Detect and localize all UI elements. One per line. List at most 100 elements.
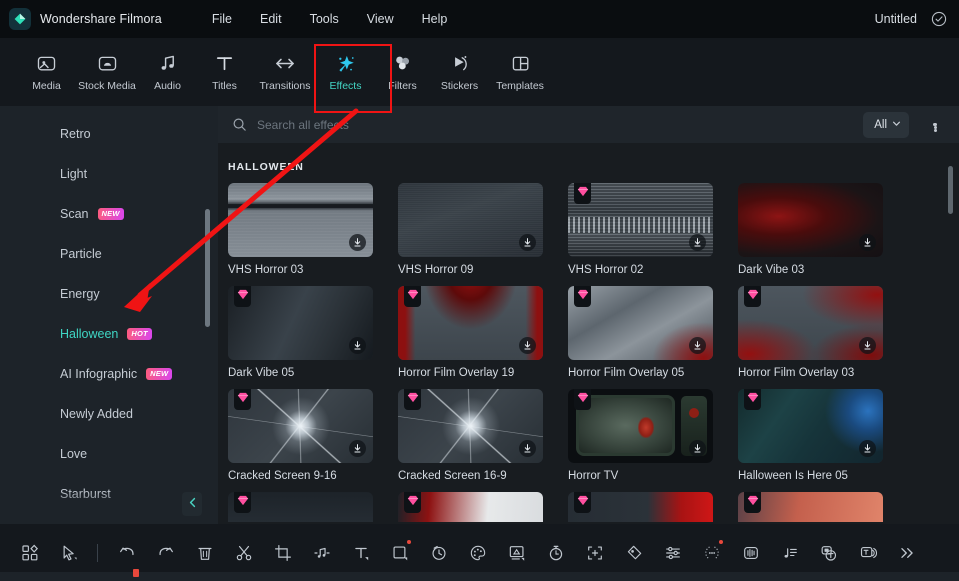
menu-file[interactable]: File xyxy=(198,8,246,30)
effect-card[interactable]: Horror Film Overlay 05 xyxy=(568,286,713,379)
more-chevrons-icon[interactable] xyxy=(893,539,920,566)
download-icon[interactable] xyxy=(349,440,366,457)
pro-gem-icon xyxy=(574,286,591,307)
menu-edit[interactable]: Edit xyxy=(246,8,296,30)
sidebar-item-newly-added[interactable]: Newly Added xyxy=(0,394,218,434)
audio-note-icon xyxy=(157,53,178,75)
sidebar-item-love[interactable]: Love xyxy=(0,434,218,474)
tab-stock-media[interactable]: Stock Media xyxy=(75,44,139,100)
effect-card[interactable] xyxy=(228,492,373,522)
effect-card[interactable]: Dark Vibe 03 xyxy=(738,183,883,276)
tab-titles[interactable]: Titles xyxy=(196,44,253,100)
project-name[interactable]: Untitled xyxy=(875,12,917,26)
effect-card[interactable]: Horror Film Overlay 19 xyxy=(398,286,543,379)
tab-audio[interactable]: Audio xyxy=(139,44,196,100)
smart-cutout-icon[interactable] xyxy=(698,539,725,566)
effects-grid-partial-row xyxy=(218,492,959,522)
sidebar-item-halloween[interactable]: Halloween HOT xyxy=(0,314,218,354)
download-icon[interactable] xyxy=(519,234,536,251)
sidebar-item-ai-infographic[interactable]: AI Infographic NEW xyxy=(0,354,218,394)
crop-icon[interactable] xyxy=(269,539,296,566)
delete-trash-icon[interactable] xyxy=(191,539,218,566)
download-icon[interactable] xyxy=(349,337,366,354)
effect-card[interactable] xyxy=(568,492,713,522)
title-bar: Wondershare Filmora File Edit Tools View… xyxy=(0,0,959,38)
sidebar-item-energy[interactable]: Energy xyxy=(0,274,218,314)
effect-card[interactable]: VHS Horror 09 xyxy=(398,183,543,276)
download-icon[interactable] xyxy=(519,337,536,354)
tab-effects-label: Effects xyxy=(329,79,362,92)
effects-grid: VHS Horror 03 VHS Horror 09 VHS Horror 0… xyxy=(218,183,959,482)
download-icon[interactable] xyxy=(689,234,706,251)
selection-cursor-icon[interactable] xyxy=(55,539,82,566)
download-icon[interactable] xyxy=(859,337,876,354)
check-circle-icon[interactable] xyxy=(931,11,947,27)
tab-transitions[interactable]: Transitions xyxy=(253,44,317,100)
sidebar-item-retro[interactable]: Retro xyxy=(0,114,218,154)
layout-grid-icon[interactable] xyxy=(16,539,43,566)
search-input[interactable] xyxy=(257,117,864,132)
shape-mask-icon[interactable] xyxy=(386,539,413,566)
auto-reframe-icon[interactable] xyxy=(581,539,608,566)
green-screen-icon[interactable] xyxy=(503,539,530,566)
sidebar-item-scan[interactable]: Scan NEW xyxy=(0,194,218,234)
redo-icon[interactable] xyxy=(152,539,179,566)
tab-stickers[interactable]: Stickers xyxy=(431,44,488,100)
sidebar-item-light[interactable]: Light xyxy=(0,154,218,194)
effect-card[interactable]: Cracked Screen 9-16 xyxy=(228,389,373,482)
audio-wave-icon[interactable] xyxy=(737,539,764,566)
filmora-app-window: Wondershare Filmora File Edit Tools View… xyxy=(0,0,959,581)
menu-tools[interactable]: Tools xyxy=(296,8,353,30)
effect-card[interactable]: Halloween Is Here 05 xyxy=(738,389,883,482)
stock-media-icon xyxy=(97,53,118,75)
download-icon[interactable] xyxy=(349,234,366,251)
download-icon[interactable] xyxy=(689,337,706,354)
tab-templates-label: Templates xyxy=(496,79,544,92)
color-palette-icon[interactable] xyxy=(464,539,491,566)
split-scissors-icon[interactable] xyxy=(230,539,257,566)
tab-filters[interactable]: Filters xyxy=(374,44,431,100)
title-bar-right: Untitled xyxy=(875,0,947,38)
chevron-down-icon xyxy=(891,116,902,134)
text-tool-icon[interactable] xyxy=(347,539,374,566)
audio-detach-icon[interactable] xyxy=(308,539,335,566)
timeline-strip[interactable] xyxy=(0,572,959,581)
effect-name: Horror Film Overlay 03 xyxy=(738,367,855,379)
tab-effects[interactable]: Effects xyxy=(317,44,374,100)
menu-view[interactable]: View xyxy=(353,8,408,30)
speed-ramp-icon[interactable] xyxy=(425,539,452,566)
download-icon[interactable] xyxy=(519,440,536,457)
download-icon[interactable] xyxy=(859,234,876,251)
speech-to-text-icon[interactable] xyxy=(815,539,842,566)
download-icon[interactable] xyxy=(689,440,706,457)
stopwatch-icon[interactable] xyxy=(542,539,569,566)
effect-card[interactable]: Cracked Screen 16-9 xyxy=(398,389,543,482)
effect-card[interactable]: Dark Vibe 05 xyxy=(228,286,373,379)
filter-dropdown[interactable]: All xyxy=(863,111,909,138)
tab-media[interactable]: Media xyxy=(18,44,75,100)
effect-thumbnail xyxy=(738,286,883,360)
effects-panel-scrollbar[interactable] xyxy=(948,166,953,214)
more-options-button[interactable] xyxy=(921,112,947,138)
keyframe-icon[interactable] xyxy=(620,539,647,566)
sidebar-collapse-button[interactable] xyxy=(182,492,202,516)
effect-card[interactable]: Horror Film Overlay 03 xyxy=(738,286,883,379)
tab-stickers-label: Stickers xyxy=(440,79,479,92)
media-icon xyxy=(36,53,57,75)
sidebar-item-particle[interactable]: Particle xyxy=(0,234,218,274)
adjust-sliders-icon[interactable] xyxy=(659,539,686,566)
effect-card[interactable]: VHS Horror 02 xyxy=(568,183,713,276)
effect-card[interactable]: Horror TV xyxy=(568,389,713,482)
text-to-speech-icon[interactable] xyxy=(854,539,881,566)
effect-card[interactable]: VHS Horror 03 xyxy=(228,183,373,276)
undo-icon[interactable] xyxy=(113,539,140,566)
tab-templates[interactable]: Templates xyxy=(488,44,552,100)
pro-gem-icon xyxy=(234,286,251,307)
effect-card[interactable] xyxy=(738,492,883,522)
menu-help[interactable]: Help xyxy=(408,8,462,30)
beat-detect-icon[interactable] xyxy=(776,539,803,566)
sidebar-scrollbar[interactable] xyxy=(205,209,210,327)
download-icon[interactable] xyxy=(859,440,876,457)
timeline-playhead[interactable] xyxy=(133,569,139,577)
effect-card[interactable] xyxy=(398,492,543,522)
